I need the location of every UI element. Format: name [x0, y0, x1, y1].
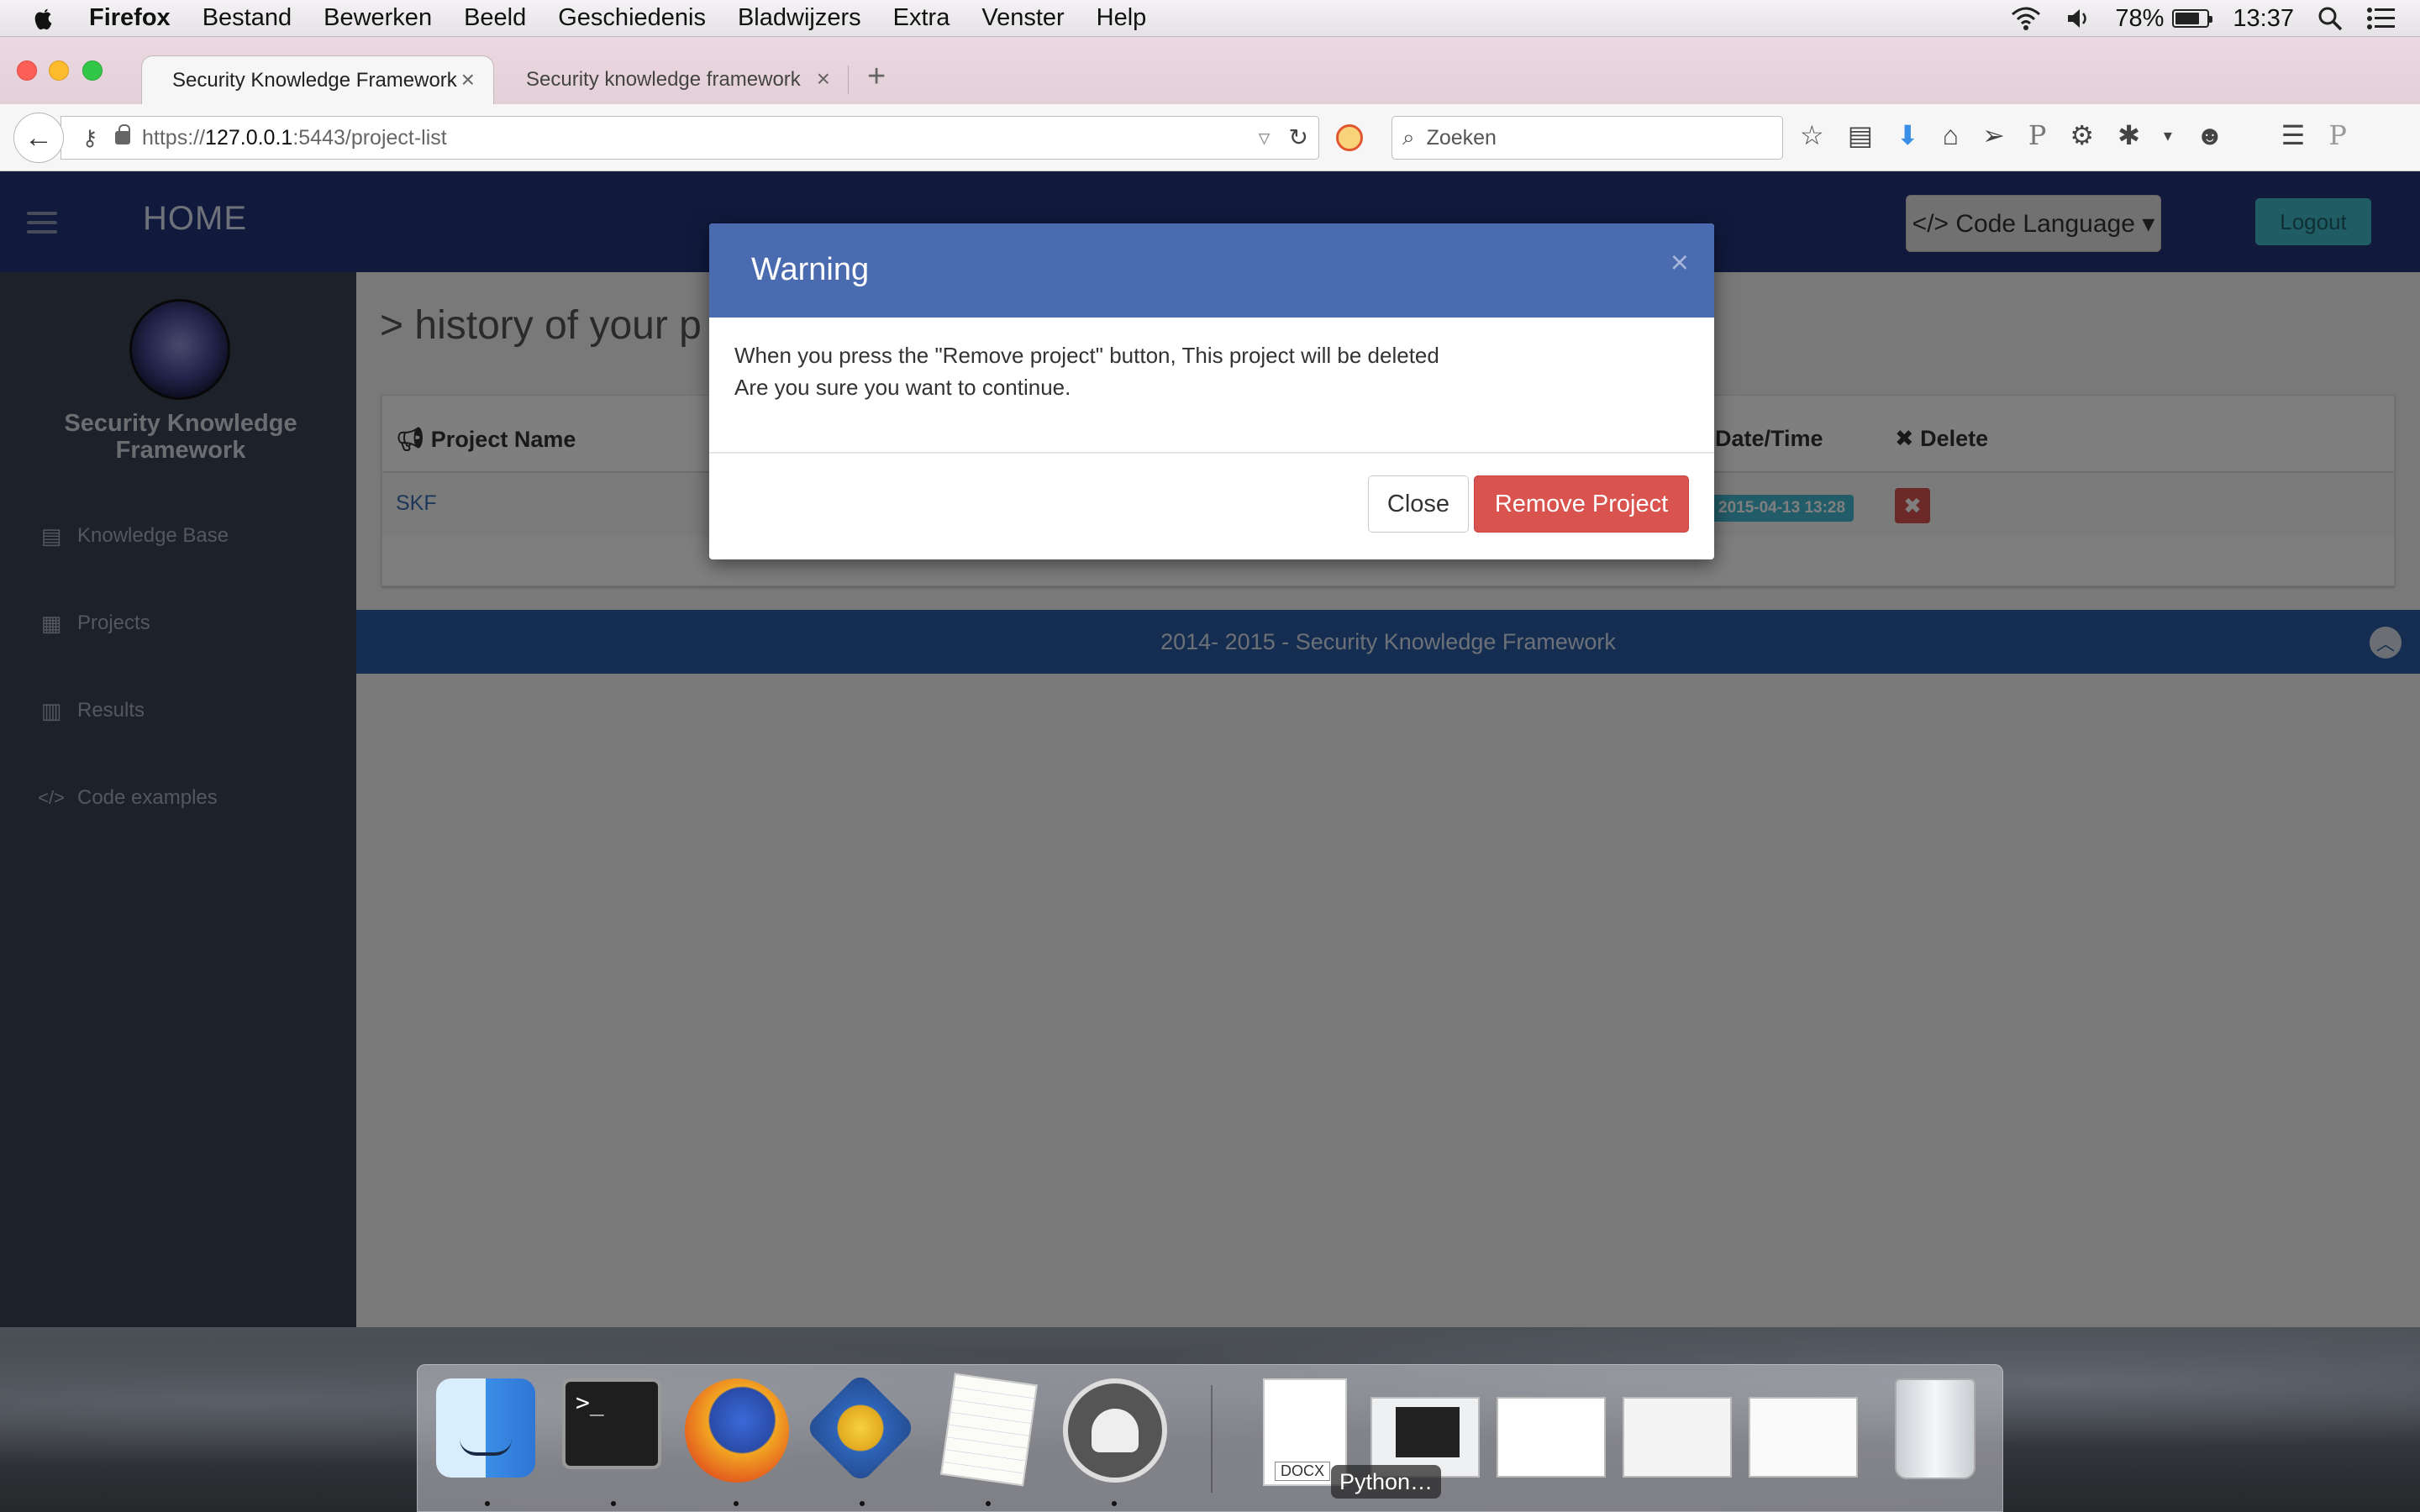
- addon-p-icon[interactable]: P: [2028, 119, 2047, 151]
- volume-icon[interactable]: [2066, 7, 2091, 30]
- dock-finder[interactable]: [436, 1378, 540, 1506]
- url-host: 127.0.0.1: [205, 125, 293, 150]
- dock: >_ DOCX: [417, 1364, 2003, 1512]
- bookmark-star-icon[interactable]: ☆: [1800, 119, 1824, 151]
- back-arrow-icon: ←: [24, 121, 53, 154]
- dock-trash[interactable]: [1883, 1378, 1987, 1488]
- remove-project-button[interactable]: Remove Project: [1474, 475, 1689, 533]
- back-button[interactable]: ←: [13, 113, 64, 163]
- dock-terminal[interactable]: >_: [562, 1378, 666, 1506]
- spotlight-search-icon[interactable]: [2317, 6, 2343, 31]
- tab-close-icon[interactable]: ×: [817, 66, 830, 92]
- window-thumbnail: [1623, 1397, 1732, 1478]
- dock-python-label: Python…: [1331, 1465, 1442, 1499]
- window-zoom-button[interactable]: [82, 60, 103, 81]
- tab-close-icon[interactable]: ×: [461, 66, 475, 93]
- finder-icon: [436, 1378, 535, 1478]
- menu-geschiedenis[interactable]: Geschiedenis: [558, 4, 706, 32]
- lock-icon[interactable]: [115, 124, 130, 144]
- tab-title: Security Knowledge Framework: [172, 68, 457, 92]
- browser-navbar: ⚷ https://127.0.0.1:5443/project-list ▿ …: [0, 104, 2420, 171]
- modal-body: When you press the "Remove project" butt…: [734, 339, 1439, 403]
- chat-icon[interactable]: ☻: [2196, 120, 2224, 151]
- warning-modal: Warning × When you press the "Remove pro…: [709, 223, 1714, 559]
- dock-window-thumbnail-mamp[interactable]: [1623, 1378, 1732, 1488]
- menu-help[interactable]: Help: [1097, 4, 1147, 32]
- running-indicator: [611, 1501, 616, 1506]
- textedit-icon: [939, 1373, 1039, 1487]
- macos-menubar: Firefox Bestand Bewerken Beeld Geschiede…: [0, 0, 2420, 37]
- dock-firefox[interactable]: [685, 1378, 789, 1506]
- window-thumbnail: [1497, 1397, 1606, 1478]
- modal-header: Warning ×: [709, 223, 1714, 318]
- web-page: HOME </> Code Language ▾ Logout Security…: [0, 171, 2420, 1327]
- dock-textwrangler[interactable]: [804, 1372, 917, 1506]
- battery-icon[interactable]: [2172, 9, 2213, 28]
- send-icon[interactable]: ➢: [1982, 119, 2005, 151]
- textwrangler-icon: [804, 1372, 917, 1484]
- url-prefix: https://: [142, 125, 206, 150]
- key-icon[interactable]: ⚷: [73, 125, 107, 151]
- menu-venster[interactable]: Venster: [981, 4, 1064, 32]
- wifi-icon[interactable]: [2009, 6, 2043, 31]
- window-thumbnail: [1749, 1397, 1858, 1478]
- addon-bug-icon[interactable]: ✱: [2118, 119, 2140, 151]
- addon-blocked-icon[interactable]: [1336, 124, 1363, 151]
- addon-dropdown-icon[interactable]: ▾: [2164, 125, 2172, 146]
- battery-percentage: 78%: [2115, 4, 2165, 32]
- running-indicator: [485, 1501, 490, 1506]
- search-icon: ⌕: [1402, 124, 1415, 150]
- menu-app-firefox[interactable]: Firefox: [89, 4, 171, 32]
- trash-icon: [1895, 1378, 1975, 1479]
- modal-divider: [709, 452, 1714, 454]
- url-path: :5443/project-list: [292, 125, 447, 150]
- modal-message-line-1: When you press the "Remove project" butt…: [734, 343, 1439, 368]
- firefox-icon: [685, 1378, 789, 1483]
- mamp-elephant-icon: [1063, 1378, 1167, 1483]
- running-indicator: [1112, 1501, 1117, 1506]
- running-indicator: [986, 1501, 991, 1506]
- browser-tabbar: Security Knowledge Framework × Security …: [0, 37, 2420, 104]
- reload-icon[interactable]: ↻: [1289, 123, 1308, 151]
- running-indicator: [860, 1501, 865, 1506]
- menu-bladwijzers[interactable]: Bladwijzers: [738, 4, 861, 32]
- menu-bewerken[interactable]: Bewerken: [324, 4, 432, 32]
- tab-security-knowledge-framework-2[interactable]: Security knowledge framework ×: [496, 55, 849, 104]
- dock-textedit[interactable]: [937, 1373, 1041, 1506]
- menu-extra[interactable]: Extra: [893, 4, 950, 32]
- addon-p2-icon[interactable]: P: [2328, 119, 2347, 151]
- modal-close-icon[interactable]: ×: [1670, 245, 1689, 281]
- tab-title: Security knowledge framework: [526, 68, 801, 91]
- search-bar[interactable]: ⌕ Zoeken: [1392, 116, 1783, 160]
- dock-separator: [1211, 1385, 1213, 1493]
- url-dropdown-icon[interactable]: ▿: [1258, 123, 1270, 151]
- reading-list-icon[interactable]: ▤: [1848, 119, 1873, 151]
- dock-window-thumbnail-python[interactable]: [1749, 1378, 1858, 1488]
- home-icon[interactable]: ⌂: [1943, 120, 1959, 151]
- modal-message-line-2: Are you sure you want to continue.: [734, 375, 1071, 400]
- addon-cookie-icon[interactable]: ⚙: [2070, 119, 2094, 151]
- running-indicator: [734, 1501, 739, 1506]
- close-button[interactable]: Close: [1368, 475, 1469, 533]
- apple-icon[interactable]: [32, 6, 55, 31]
- browser-toolbar: ☆ ▤ ⬇ ⌂ ➢ P ⚙ ✱ ▾ ☻ ☰ P: [1800, 119, 2347, 151]
- window-minimize-button[interactable]: [49, 60, 69, 81]
- terminal-icon: >_: [562, 1378, 661, 1469]
- docx-label: DOCX: [1275, 1462, 1331, 1481]
- menubar-clock[interactable]: 13:37: [2233, 5, 2294, 33]
- downloads-icon[interactable]: ⬇: [1897, 119, 1919, 151]
- notification-center-icon[interactable]: [2366, 7, 2396, 30]
- menu-beeld[interactable]: Beeld: [464, 4, 526, 32]
- dock-mamp[interactable]: [1063, 1378, 1167, 1506]
- modal-title: Warning: [751, 252, 870, 287]
- search-placeholder: Zoeken: [1426, 125, 1497, 150]
- url-bar[interactable]: ⚷ https://127.0.0.1:5443/project-list ▿ …: [60, 116, 1319, 160]
- window-close-button[interactable]: [17, 60, 37, 81]
- hamburger-menu-icon[interactable]: ☰: [2281, 119, 2306, 151]
- menu-bestand[interactable]: Bestand: [203, 4, 292, 32]
- dock-window-thumbnail-2[interactable]: [1497, 1378, 1606, 1488]
- tab-security-knowledge-framework[interactable]: Security Knowledge Framework ×: [141, 55, 494, 104]
- new-tab-button[interactable]: +: [867, 59, 886, 95]
